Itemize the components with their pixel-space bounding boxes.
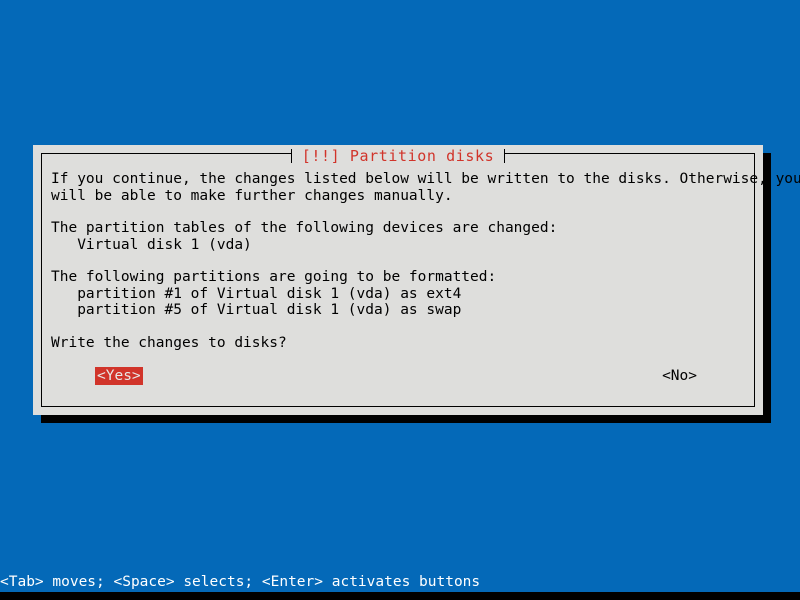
intro-line-1: If you continue, the changes listed belo… <box>51 171 800 187</box>
devices-heading: The partition tables of the following de… <box>51 220 558 236</box>
format-heading: The following partitions are going to be… <box>51 269 497 285</box>
title-rule-left <box>41 147 292 165</box>
device-list-item: Virtual disk 1 (vda) <box>51 236 252 253</box>
keyboard-hint-bar: <Tab> moves; <Space> selects; <Enter> ac… <box>0 573 800 592</box>
yes-button[interactable]: <Yes> <box>95 367 143 385</box>
installer-screen: [!!] Partition disks If you continue, th… <box>0 0 800 600</box>
dialog-title-bar: [!!] Partition disks <box>41 147 755 165</box>
format-list-item: partition #5 of Virtual disk 1 (vda) as … <box>51 302 462 318</box>
dialog-button-row: <Yes> <No> <box>51 367 749 387</box>
intro-line-2: will be able to make further changes man… <box>51 187 453 204</box>
partition-disks-dialog: [!!] Partition disks If you continue, th… <box>33 145 800 415</box>
title-rule-right <box>504 147 755 165</box>
dialog-title: [!!] Partition disks <box>291 147 505 165</box>
format-list-item: partition #1 of Virtual disk 1 (vda) as … <box>51 285 462 302</box>
confirm-question: Write the changes to disks? <box>51 334 287 351</box>
bottom-black-strip <box>0 592 800 600</box>
no-button[interactable]: <No> <box>660 367 699 385</box>
